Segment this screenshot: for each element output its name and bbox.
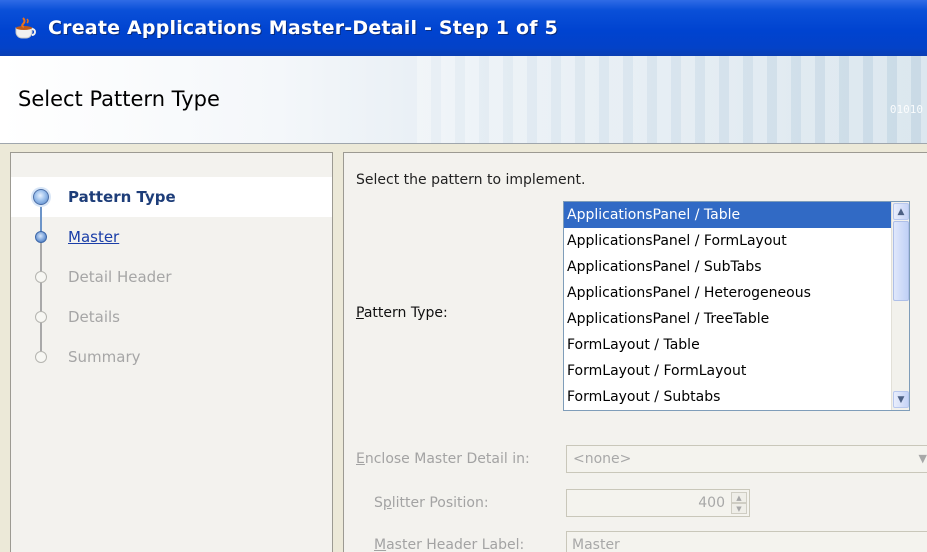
list-item[interactable]: FormLayout / Subtabs [564, 384, 891, 410]
page-title: Select Pattern Type [18, 87, 220, 111]
coffee-cup-icon [12, 14, 40, 42]
mnemonic: E [356, 451, 365, 467]
pattern-type-list[interactable]: ApplicationsPanel / Table ApplicationsPa… [563, 201, 910, 411]
scroll-thumb[interactable] [893, 221, 909, 301]
splitter-position-label: Splitter Position: [374, 495, 489, 511]
step-content-panel: Select the pattern to implement. Pattern… [343, 152, 927, 552]
train-step-summary: Summary [11, 342, 332, 372]
list-item[interactable]: ApplicationsPanel / TreeTable [564, 306, 891, 332]
list-item[interactable]: ApplicationsPanel / Table [564, 202, 891, 228]
train-step-detail-header: Detail Header [11, 262, 332, 292]
list-item[interactable]: ApplicationsPanel / SubTabs [564, 254, 891, 280]
train-step-master[interactable]: Master [11, 222, 332, 252]
mnemonic: M [374, 537, 387, 552]
list-item[interactable]: FormLayout / Table [564, 332, 891, 358]
train-step-details: Details [11, 302, 332, 332]
wizard-body: Pattern Type Master Detail Header Detail… [0, 144, 927, 552]
label-text: aster Header Label: [386, 537, 525, 552]
current-step-icon [33, 189, 49, 205]
spinner-up-icon[interactable]: ▲ [731, 492, 747, 503]
train-step-label: Pattern Type [68, 188, 176, 206]
header-binary-text: 01010 [889, 103, 923, 116]
scroll-down-button[interactable]: ▼ [893, 391, 909, 408]
master-header-label-input[interactable]: Master [566, 531, 927, 552]
label-text: nclose Master Detail in: [364, 451, 530, 467]
train-step-label: Details [68, 308, 121, 326]
title-bar: Create Applications Master-Detail - Step… [0, 0, 927, 56]
list-item[interactable]: ApplicationsPanel / Heterogeneous [564, 280, 891, 306]
spinner-buttons: ▲ ▼ [731, 492, 747, 514]
disabled-step-icon [35, 311, 47, 323]
disabled-step-icon [35, 271, 47, 283]
disabled-step-icon [35, 351, 47, 363]
master-header-label-label: Master Header Label: [374, 537, 524, 552]
header-decoration [407, 56, 927, 143]
list-item[interactable]: ApplicationsPanel / FormLayout [564, 228, 891, 254]
visited-step-icon [35, 231, 47, 243]
enclose-master-detail-label: Enclose Master Detail in: [356, 451, 530, 467]
train-step-label[interactable]: Master [68, 228, 119, 246]
label-text: litter Position: [391, 495, 489, 511]
list-item[interactable]: FormLayout / FormLayout [564, 358, 891, 384]
pattern-type-label: Pattern Type: [356, 305, 448, 321]
train-step-label: Detail Header [68, 268, 172, 286]
mnemonic: p [382, 495, 392, 511]
spinner-value: 400 [698, 495, 725, 511]
train-step-pattern-type[interactable]: Pattern Type [11, 182, 332, 212]
train-step-label: Summary [68, 348, 141, 366]
scroll-up-button[interactable]: ▲ [893, 203, 909, 220]
chevron-down-icon[interactable]: ▼ [919, 452, 927, 465]
instruction-text: Select the pattern to implement. [356, 172, 586, 188]
wizard-header: Select Pattern Type 01010 [0, 56, 927, 144]
mnemonic: P [356, 305, 364, 321]
step-train: Pattern Type Master Detail Header Detail… [10, 152, 333, 552]
select-value: <none> [573, 451, 632, 467]
spinner-down-icon[interactable]: ▼ [731, 503, 747, 514]
label-text: attern Type: [363, 305, 448, 321]
chevron-down-icon: ▼ [897, 394, 905, 405]
chevron-up-icon: ▲ [897, 206, 905, 217]
list-vertical-scrollbar[interactable]: ▲ ▼ [891, 202, 909, 410]
pattern-list-items: ApplicationsPanel / Table ApplicationsPa… [564, 202, 891, 410]
input-value: Master [572, 537, 620, 552]
enclose-master-detail-select[interactable]: <none> ▼ [566, 445, 927, 473]
splitter-position-spinner[interactable]: 400 ▲ ▼ [566, 489, 750, 517]
label-text: S [374, 495, 383, 511]
window-title: Create Applications Master-Detail - Step… [48, 17, 558, 39]
